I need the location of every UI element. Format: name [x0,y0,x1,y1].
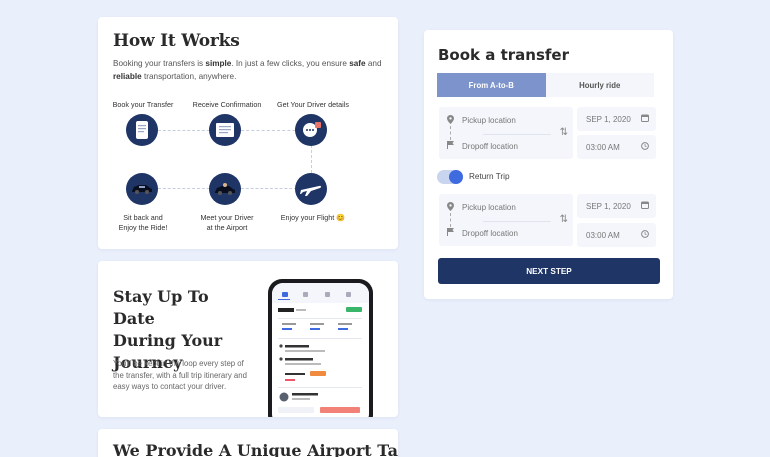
ride-type-tabs: From A-to-B Hourly ride [437,73,654,97]
outbound-location-box: Pickup location ⇅ Dropoff location [439,107,573,159]
outbound-date-field[interactable]: SEP 1, 2020 [577,107,656,131]
clock-icon [641,142,649,152]
route-dots [450,126,451,140]
location-pin-icon [447,202,454,213]
airplane-icon [295,173,327,205]
step-label-confirm: Receive Confirmation [192,100,262,109]
booking-card: Book a transfer From A-to-B Hourly ride … [424,30,673,299]
how-it-works-title: How It Works [113,31,240,51]
phone-mockup-image [268,279,373,417]
how-it-works-card: How It Works Booking your transfers is s… [98,17,398,249]
time-value: 03:00 AM [586,230,620,240]
step-label-meet-driver: Meet your Driver at the Airport [200,213,254,232]
clock-icon [641,230,649,240]
step-label-enjoy-flight: Enjoy your Flight 😊 [280,213,346,222]
return-date-field[interactable]: SEP 1, 2020 [577,194,656,218]
return-location-box: Pickup location ⇅ Dropoff location [439,194,573,246]
calendar-icon [641,201,649,211]
dropoff-placeholder: Dropoff location [462,141,518,151]
return-trip-toggle[interactable] [437,170,463,184]
return-time-field[interactable]: 03:00 AM [577,223,656,247]
receipt-icon [209,114,241,146]
calendar-icon [641,114,649,124]
step-label-book: Book your Transfer [112,100,174,109]
return-pickup-field[interactable]: Pickup location [447,202,516,213]
return-dropoff-field[interactable]: Dropoff location [447,228,518,238]
car-icon [126,173,158,205]
time-value: 03:00 AM [586,142,620,152]
tab-hourly-ride[interactable]: Hourly ride [545,73,654,97]
swap-icon[interactable]: ⇅ [560,214,568,225]
how-it-works-intro: Booking your transfers is simple. In jus… [113,59,382,81]
toggle-knob [449,170,463,184]
divider [483,221,551,222]
stay-updated-description: You'll be kept in the loop every step of… [113,359,247,391]
step-label-enjoy-ride: Sit back and Enjoy the Ride! [118,213,168,232]
return-pickup-placeholder: Pickup location [462,203,516,212]
step-label-driver: Get Your Driver details [277,100,349,109]
location-pin-icon [447,115,454,126]
flag-icon [447,228,454,238]
booking-title: Book a transfer [438,46,569,64]
date-value: SEP 1, 2020 [586,201,631,211]
tab-from-a-to-b[interactable]: From A-to-B [437,73,546,97]
stay-updated-card: Stay Up To Date During Your Journey You'… [98,261,398,417]
swap-icon[interactable]: ⇅ [560,127,568,138]
driver-car-icon [209,173,241,205]
flag-icon [447,141,454,151]
pickup-placeholder: Pickup location [462,116,516,125]
route-dots [450,213,451,227]
next-step-button[interactable]: NEXT STEP [438,258,660,284]
connector-line [241,188,297,189]
divider [483,134,551,135]
outbound-time-field[interactable]: 03:00 AM [577,135,656,159]
date-value: SEP 1, 2020 [586,114,631,124]
provide-title: We Provide A Unique Airport Taxi [113,441,398,457]
return-trip-label: Return Trip [469,172,510,181]
driver-chat-icon [295,114,327,146]
pickup-field[interactable]: Pickup location [447,115,516,126]
document-icon [126,114,158,146]
return-dropoff-placeholder: Dropoff location [462,228,518,238]
provide-card: We Provide A Unique Airport Taxi [98,429,398,457]
dropoff-field[interactable]: Dropoff location [447,141,518,151]
